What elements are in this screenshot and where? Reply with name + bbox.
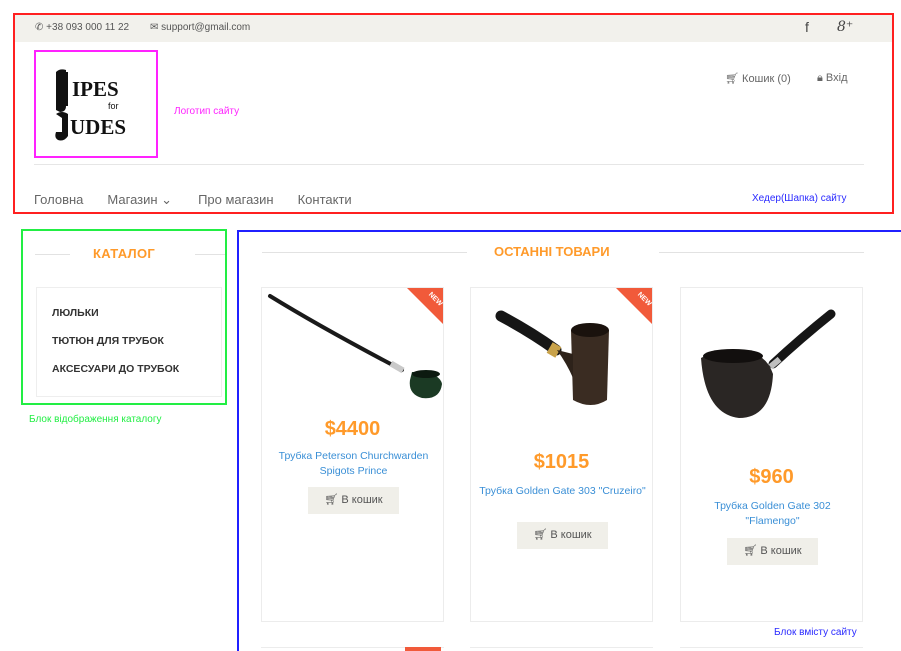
menu-item-contacts[interactable]: Контакти	[298, 192, 352, 208]
latest-products-title: ОСТАННІ ТОВАРИ	[494, 244, 610, 259]
product-card-partial	[470, 647, 653, 651]
cart-icon: 🛒︎	[533, 529, 548, 541]
lock-icon: 🔒︎	[817, 72, 823, 84]
cart-label: Кошик (0)	[742, 73, 791, 85]
menu-item-about[interactable]: Про магазин	[198, 192, 274, 208]
add-to-cart-button[interactable]: 🛒︎ В кошик	[308, 487, 399, 514]
product-price: $4400	[324, 418, 381, 440]
logo-text-top: IPES	[72, 77, 119, 101]
cart-icon: 🛒︎	[725, 73, 739, 85]
catalog-caption: Блок відображення каталогу	[29, 414, 162, 425]
product-name[interactable]: Трубка Golden Gate 302 "Flamengo"	[689, 499, 856, 529]
catalog-item-pipes[interactable]: ЛЮЛЬКИ	[52, 307, 99, 319]
logo-text-bottom: UDES	[70, 115, 126, 139]
product-image[interactable]	[681, 288, 863, 423]
divider	[262, 252, 467, 253]
logo-text-for: for	[108, 101, 119, 111]
product-name[interactable]: Трубка Golden Gate 303 "Cruzeiro"	[479, 484, 646, 499]
product-card[interactable]: NEW $4400 Трубка Peterson Churchwarden S…	[261, 287, 444, 622]
cart-icon: 🛒︎	[324, 494, 339, 506]
logo-region-outline: IPES for UDES	[34, 50, 158, 158]
header-caption: Хедер(Шапка) сайту	[752, 193, 847, 204]
product-card[interactable]: $960 Трубка Golden Gate 302 "Flamengo" 🛒…	[680, 287, 863, 622]
new-badge-partial	[405, 647, 441, 651]
menu-item-shop[interactable]: Магазин ⌄	[107, 192, 172, 208]
product-card[interactable]: NEW $1015 Трубка Golden Gate 303 "Cruzei…	[470, 287, 653, 622]
add-to-cart-label: В кошик	[341, 494, 383, 506]
header-divider	[34, 164, 864, 165]
add-to-cart-label: В кошик	[760, 545, 802, 557]
product-price: $960	[749, 466, 794, 488]
catalog-item-accessories[interactable]: АКСЕСУАРИ ДО ТРУБОК	[52, 363, 179, 375]
cart-link[interactable]: 🛒︎ Кошик (0)	[725, 72, 791, 85]
divider	[35, 254, 70, 255]
menu-item-home[interactable]: Головна	[34, 192, 83, 208]
add-to-cart-button[interactable]: 🛒︎ В кошик	[517, 522, 608, 549]
login-label: Вхід	[825, 72, 848, 84]
latest-heading: ОСТАННІ ТОВАРИ	[262, 244, 864, 260]
divider	[659, 252, 864, 253]
product-name[interactable]: Трубка Peterson Churchwarden Spigots Pri…	[270, 449, 437, 479]
catalog-heading: КАТАЛОГ	[35, 246, 225, 262]
catalog-item-tobacco[interactable]: ТЮТЮН ДЛЯ ТРУБОК	[52, 335, 164, 347]
catalog-title: КАТАЛОГ	[93, 246, 156, 261]
product-card-partial	[680, 647, 863, 651]
cart-icon: 🛒︎	[743, 545, 758, 557]
logo-caption: Логотип сайту	[174, 106, 240, 117]
add-to-cart-label: В кошик	[550, 529, 592, 541]
divider	[195, 254, 225, 255]
login-link[interactable]: 🔒︎ Вхід	[817, 72, 848, 85]
site-logo[interactable]: IPES for UDES	[52, 66, 142, 144]
main-menu: Головна Магазин ⌄ Про магазин Контакти	[34, 192, 376, 208]
product-price: $1015	[533, 451, 590, 473]
add-to-cart-button[interactable]: 🛒︎ В кошик	[727, 538, 818, 565]
content-caption: Блок вмісту сайту	[774, 627, 857, 638]
